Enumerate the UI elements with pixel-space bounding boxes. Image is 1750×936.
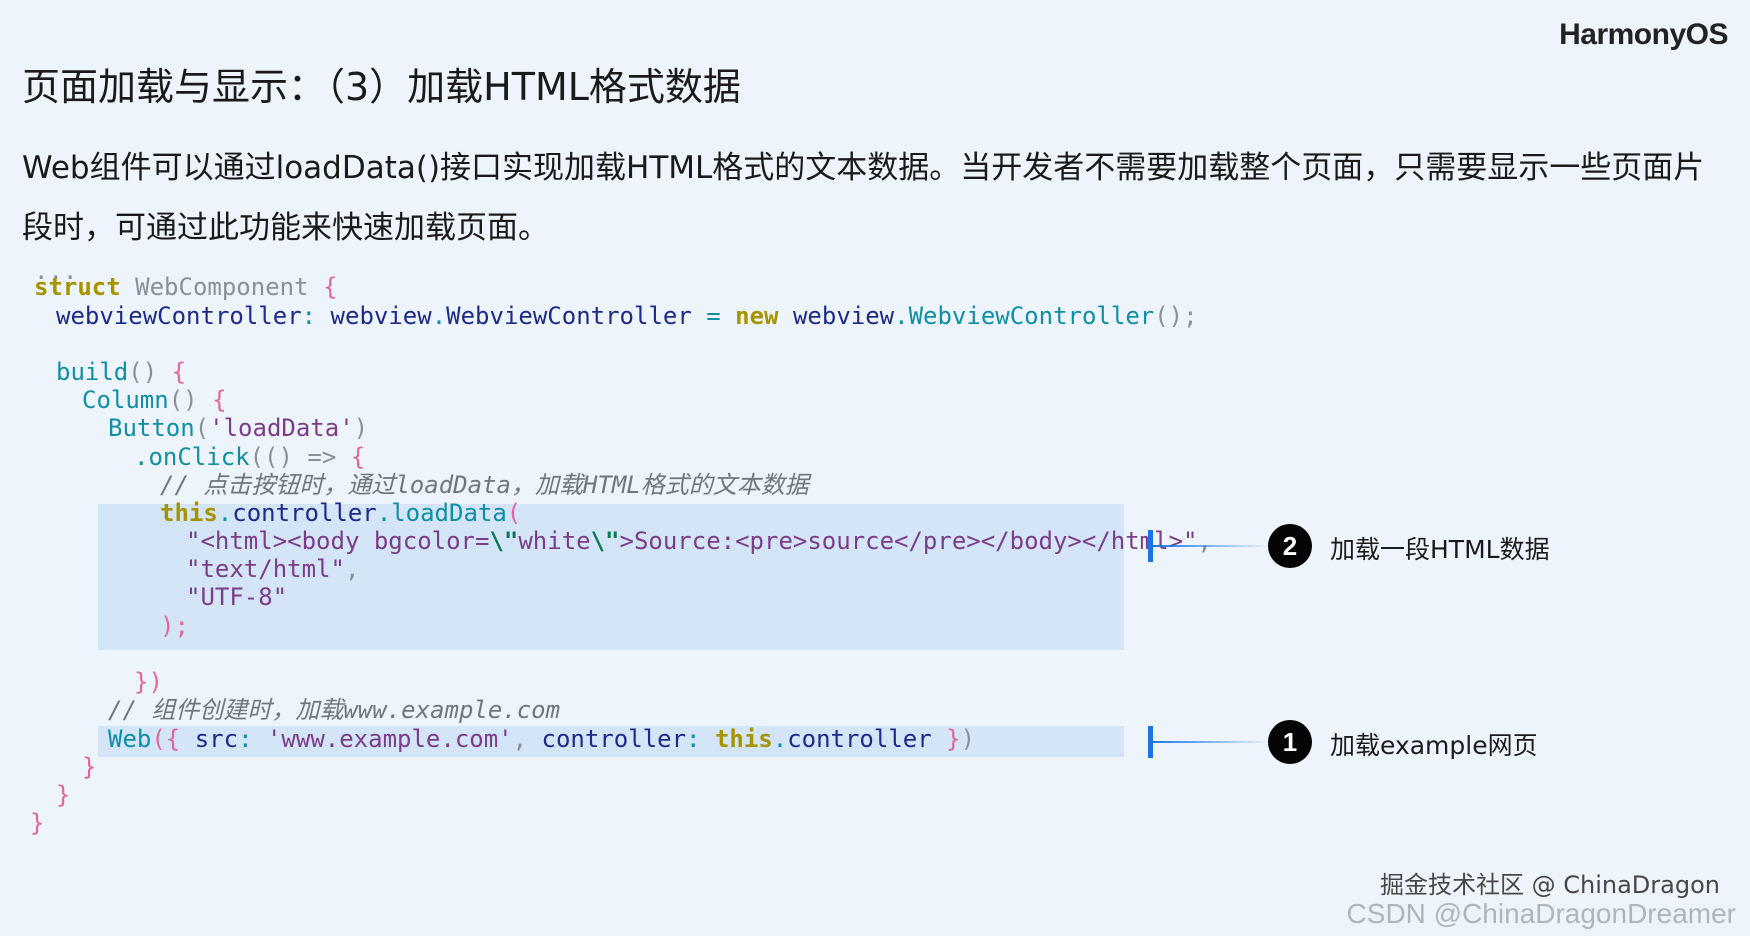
- code-line-build: build() {: [56, 358, 187, 386]
- callout-2-badge: 2: [1268, 524, 1312, 568]
- juejin-watermark: 掘金技术社区 @ ChinaDragon: [1380, 871, 1720, 899]
- callout-1-label: 加载example网页: [1330, 731, 1538, 760]
- code-line-close-onclick: }): [134, 668, 163, 696]
- code-line-close-struct: }: [30, 809, 45, 837]
- callout-1-badge: 1: [1268, 720, 1312, 764]
- harmonyos-logo: HarmonyOS: [1559, 18, 1728, 52]
- code-line-column: Column() {: [82, 386, 227, 414]
- code-line-close-column: }: [82, 753, 97, 781]
- code-line-mime: "text/html",: [186, 555, 360, 583]
- code-line-html-string: "<html><body bgcolor=\"white\">Source:<p…: [186, 527, 1212, 555]
- code-line-close-build: }: [56, 781, 71, 809]
- callout-2-label: 加载一段HTML数据: [1330, 535, 1550, 564]
- code-line-encoding: "UTF-8": [186, 583, 288, 611]
- code-line-button: Button('loadData'): [108, 414, 369, 442]
- code-line-struct: struct WebComponent {: [34, 273, 338, 301]
- code-line-onclick: .onClick(() => {: [134, 443, 366, 471]
- page-title: 页面加载与显示：（3）加载HTML格式数据: [22, 65, 741, 109]
- code-line-web: Web({ src: 'www.example.com', controller…: [108, 725, 976, 753]
- description-paragraph: Web组件可以通过loadData()接口实现加载HTML格式的文本数据。当开发…: [22, 150, 1705, 246]
- code-line-comment-loaddata: // 点击按钮时，通过loadData，加载HTML格式的文本数据: [160, 471, 809, 499]
- code-line-close-call: );: [160, 612, 189, 640]
- csdn-watermark: CSDN @ChinaDragonDreamer: [1346, 898, 1736, 929]
- code-block: ... struct WebComponent { webviewControl…: [0, 257, 1300, 837]
- logo-text: HarmonyOS: [1559, 18, 1728, 51]
- code-line-controller: webviewController: webview.WebviewContro…: [56, 302, 1198, 330]
- code-line-loaddata-call: this.controller.loadData(: [160, 499, 522, 527]
- callout-1-line: [1150, 741, 1270, 743]
- code-line-comment-web: // 组件创建时，加载www.example.com: [108, 696, 561, 724]
- callout-2-line: [1150, 545, 1270, 547]
